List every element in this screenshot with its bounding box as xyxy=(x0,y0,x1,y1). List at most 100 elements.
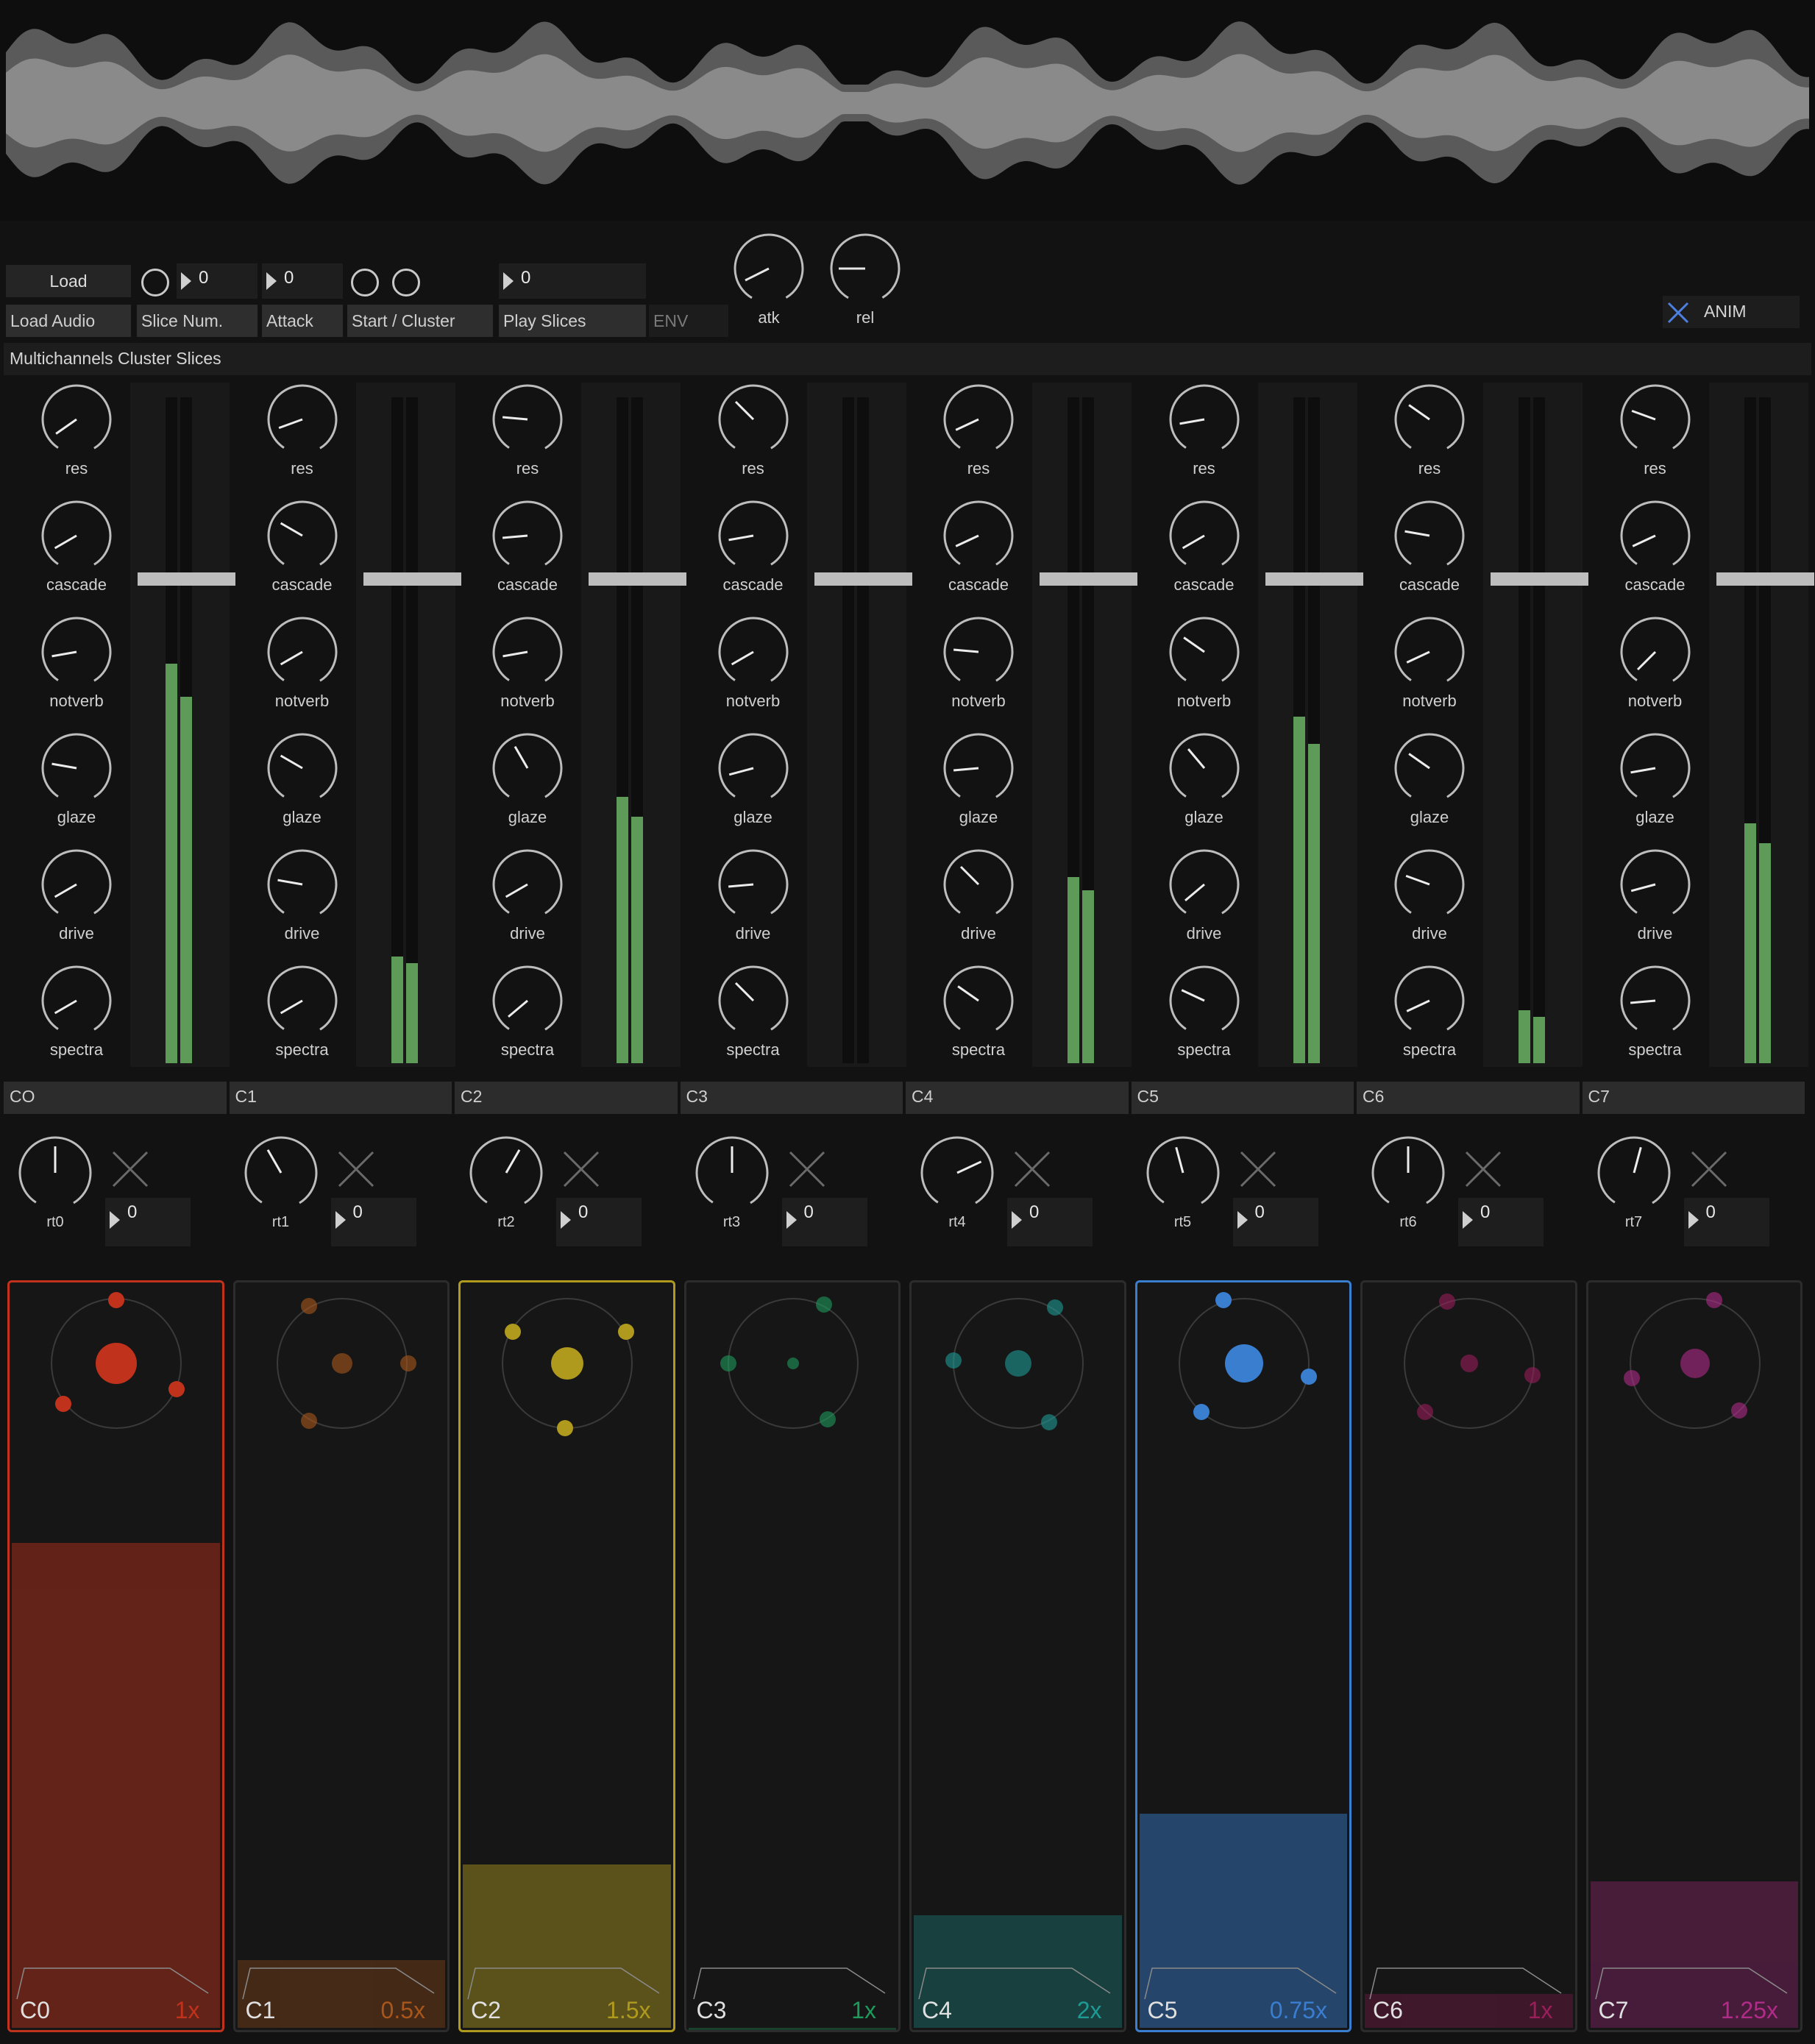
play-slices-box[interactable]: 0 xyxy=(499,263,646,299)
rate-knob[interactable]: rt0 xyxy=(11,1135,99,1231)
level-meter[interactable] xyxy=(581,383,686,1067)
glaze-knob[interactable]: glaze xyxy=(713,731,794,827)
cascade-knob[interactable]: cascade xyxy=(262,499,343,595)
notverb-knob[interactable]: notverb xyxy=(1615,615,1696,711)
level-meter[interactable] xyxy=(806,383,912,1067)
notverb-knob[interactable]: notverb xyxy=(487,615,568,711)
close-icon[interactable] xyxy=(787,1149,827,1189)
notverb-knob[interactable]: notverb xyxy=(1389,615,1470,711)
rate-number-box[interactable]: 0 xyxy=(1683,1198,1769,1246)
cascade-knob[interactable]: cascade xyxy=(487,499,568,595)
drive-knob[interactable]: drive xyxy=(1164,848,1245,943)
res-knob[interactable]: res xyxy=(262,383,343,478)
spectra-knob[interactable]: spectra xyxy=(1164,964,1245,1060)
rate-number-box[interactable]: 0 xyxy=(1458,1198,1544,1246)
res-knob[interactable]: res xyxy=(1389,383,1470,478)
cluster-card[interactable]: C5 0.75x xyxy=(1134,1280,1352,2032)
close-icon[interactable] xyxy=(336,1149,376,1189)
start-toggle[interactable] xyxy=(351,269,379,297)
rate-number-box[interactable]: 0 xyxy=(105,1198,191,1246)
close-icon[interactable] xyxy=(1238,1149,1278,1189)
glaze-knob[interactable]: glaze xyxy=(36,731,117,827)
fader-handle[interactable] xyxy=(1040,572,1137,586)
fader-handle[interactable] xyxy=(1716,572,1814,586)
cluster-card[interactable]: C4 2x xyxy=(909,1280,1126,2032)
rate-knob[interactable]: rt3 xyxy=(688,1135,776,1231)
fader-handle[interactable] xyxy=(814,572,912,586)
cascade-knob[interactable]: cascade xyxy=(1389,499,1470,595)
slice-toggle[interactable] xyxy=(141,269,169,297)
notverb-knob[interactable]: notverb xyxy=(713,615,794,711)
level-meter[interactable] xyxy=(1032,383,1137,1067)
spectra-knob[interactable]: spectra xyxy=(36,964,117,1060)
glaze-knob[interactable]: glaze xyxy=(1389,731,1470,827)
res-knob[interactable]: res xyxy=(36,383,117,478)
cluster-card[interactable]: C2 1.5x xyxy=(458,1280,675,2032)
atk-knob[interactable]: atk xyxy=(728,232,809,327)
slice-num-box[interactable]: 0 xyxy=(177,263,257,299)
rate-knob[interactable]: rt4 xyxy=(913,1135,1001,1231)
drive-knob[interactable]: drive xyxy=(262,848,343,943)
drive-knob[interactable]: drive xyxy=(713,848,794,943)
cluster-toggle[interactable] xyxy=(392,269,420,297)
rate-number-box[interactable]: 0 xyxy=(1007,1198,1093,1246)
rel-knob[interactable]: rel xyxy=(825,232,906,327)
spectra-knob[interactable]: spectra xyxy=(487,964,568,1060)
spectra-knob[interactable]: spectra xyxy=(713,964,794,1060)
load-button[interactable]: Load xyxy=(6,265,131,297)
spectra-knob[interactable]: spectra xyxy=(1389,964,1470,1060)
drive-knob[interactable]: drive xyxy=(487,848,568,943)
glaze-knob[interactable]: glaze xyxy=(938,731,1019,827)
glaze-knob[interactable]: glaze xyxy=(487,731,568,827)
cascade-knob[interactable]: cascade xyxy=(36,499,117,595)
close-icon[interactable] xyxy=(561,1149,601,1189)
level-meter[interactable] xyxy=(130,383,235,1067)
rate-number-box[interactable]: 0 xyxy=(1232,1198,1318,1246)
fader-handle[interactable] xyxy=(138,572,235,586)
drive-knob[interactable]: drive xyxy=(938,848,1019,943)
drive-knob[interactable]: drive xyxy=(1389,848,1470,943)
level-meter[interactable] xyxy=(355,383,461,1067)
cluster-card[interactable]: C6 1x xyxy=(1360,1280,1577,2032)
notverb-knob[interactable]: notverb xyxy=(938,615,1019,711)
fader-handle[interactable] xyxy=(363,572,461,586)
glaze-knob[interactable]: glaze xyxy=(1164,731,1245,827)
notverb-knob[interactable]: notverb xyxy=(36,615,117,711)
notverb-knob[interactable]: notverb xyxy=(262,615,343,711)
close-icon[interactable] xyxy=(1012,1149,1052,1189)
res-knob[interactable]: res xyxy=(487,383,568,478)
spectra-knob[interactable]: spectra xyxy=(1615,964,1696,1060)
rate-knob[interactable]: rt2 xyxy=(462,1135,550,1231)
fader-handle[interactable] xyxy=(589,572,686,586)
close-icon[interactable] xyxy=(1463,1149,1503,1189)
rate-knob[interactable]: rt5 xyxy=(1139,1135,1227,1231)
cluster-card[interactable]: C3 1x xyxy=(683,1280,901,2032)
res-knob[interactable]: res xyxy=(713,383,794,478)
cluster-card[interactable]: C1 0.5x xyxy=(232,1280,450,2032)
drive-knob[interactable]: drive xyxy=(36,848,117,943)
drive-knob[interactable]: drive xyxy=(1615,848,1696,943)
rate-knob[interactable]: rt7 xyxy=(1590,1135,1678,1231)
fader-handle[interactable] xyxy=(1491,572,1588,586)
cluster-card[interactable]: C0 1x xyxy=(7,1280,224,2032)
res-knob[interactable]: res xyxy=(938,383,1019,478)
cascade-knob[interactable]: cascade xyxy=(713,499,794,595)
attack-box[interactable]: 0 xyxy=(262,263,343,299)
res-knob[interactable]: res xyxy=(1164,383,1245,478)
level-meter[interactable] xyxy=(1483,383,1588,1067)
glaze-knob[interactable]: glaze xyxy=(1615,731,1696,827)
cascade-knob[interactable]: cascade xyxy=(1615,499,1696,595)
waveform-display[interactable] xyxy=(0,0,1815,221)
cascade-knob[interactable]: cascade xyxy=(1164,499,1245,595)
rate-number-box[interactable]: 0 xyxy=(556,1198,642,1246)
fader-handle[interactable] xyxy=(1265,572,1363,586)
rate-knob[interactable]: rt1 xyxy=(237,1135,325,1231)
rate-number-box[interactable]: 0 xyxy=(330,1198,416,1246)
close-icon[interactable] xyxy=(110,1149,150,1189)
res-knob[interactable]: res xyxy=(1615,383,1696,478)
level-meter[interactable] xyxy=(1257,383,1363,1067)
rate-number-box[interactable]: 0 xyxy=(781,1198,867,1246)
cascade-knob[interactable]: cascade xyxy=(938,499,1019,595)
notverb-knob[interactable]: notverb xyxy=(1164,615,1245,711)
spectra-knob[interactable]: spectra xyxy=(262,964,343,1060)
